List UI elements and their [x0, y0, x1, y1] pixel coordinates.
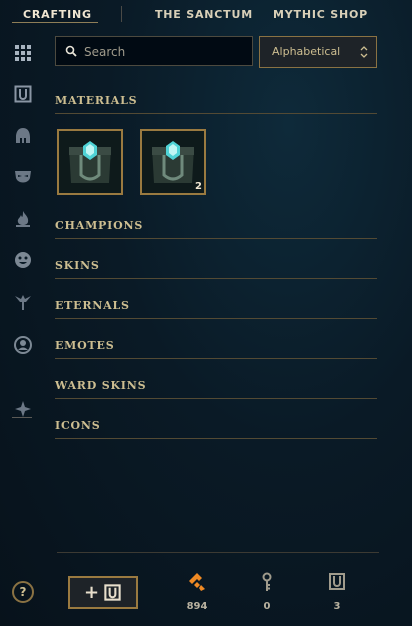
footer-divider — [57, 552, 379, 553]
currency-key: 0 — [247, 572, 287, 612]
material-item[interactable] — [57, 129, 123, 195]
material-item[interactable]: 2 — [140, 129, 206, 195]
ward-icon[interactable] — [12, 291, 34, 313]
section-label: ICONS — [55, 419, 101, 432]
sort-dropdown[interactable]: Alphabetical — [259, 36, 377, 68]
champion-helmet-icon[interactable] — [12, 125, 34, 147]
nav-divider — [121, 6, 122, 22]
help-button[interactable]: ? — [12, 581, 34, 603]
section-ward-skins[interactable]: WARD SKINS — [55, 377, 377, 399]
chest-icon — [104, 584, 121, 601]
section-label: ETERNALS — [55, 299, 130, 312]
section-label: EMOTES — [55, 339, 115, 352]
skin-mask-icon[interactable] — [12, 166, 34, 188]
section-divider — [55, 113, 377, 114]
tab-crafting[interactable]: CRAFTING — [23, 8, 92, 21]
section-divider — [55, 438, 377, 439]
add-label: + — [83, 582, 100, 603]
section-champions[interactable]: CHAMPIONS — [55, 217, 377, 239]
section-divider — [55, 278, 377, 279]
section-eternals[interactable]: ETERNALS — [55, 297, 377, 319]
section-materials[interactable]: MATERIALS — [55, 92, 377, 114]
section-divider — [55, 358, 377, 359]
chest-icon[interactable] — [12, 83, 34, 105]
currency-value: 3 — [333, 601, 341, 612]
key-icon — [262, 572, 272, 591]
add-chest-button[interactable]: + — [68, 576, 138, 609]
section-skins[interactable]: SKINS — [55, 257, 377, 279]
currency-value: 894 — [186, 601, 208, 612]
emote-face-icon[interactable] — [12, 249, 34, 271]
orange-essence-icon — [189, 573, 205, 591]
tab-the-sanctum[interactable]: THE SANCTUM — [155, 8, 253, 21]
section-label: SKINS — [55, 259, 100, 272]
currency-value: 0 — [263, 601, 271, 612]
section-icons[interactable]: ICONS — [55, 417, 377, 439]
search-input[interactable] — [82, 37, 254, 67]
currency-chest: 3 — [317, 572, 357, 612]
summoner-icon[interactable] — [12, 334, 34, 356]
section-label: CHAMPIONS — [55, 219, 144, 232]
section-divider — [55, 398, 377, 399]
section-divider — [55, 318, 377, 319]
search-icon — [65, 45, 77, 57]
section-divider — [55, 238, 377, 239]
section-label: MATERIALS — [55, 94, 138, 107]
other-icon[interactable] — [12, 398, 34, 420]
chest-icon — [329, 573, 345, 590]
sort-selected-label: Alphabetical — [272, 45, 341, 58]
tab-mythic-shop[interactable]: MYTHIC SHOP — [273, 8, 368, 21]
sidebar — [0, 36, 46, 626]
section-emotes[interactable]: EMOTES — [55, 337, 377, 359]
active-tab-underline — [12, 22, 98, 23]
currency-orange-essence: 894 — [177, 572, 217, 612]
section-label: WARD SKINS — [55, 379, 147, 392]
hextech-chest-icon — [59, 131, 121, 193]
search-box[interactable] — [55, 36, 254, 67]
top-nav: CRAFTING THE SANCTUM MYTHIC SHOP — [0, 0, 412, 30]
grid-icon[interactable] — [12, 42, 34, 64]
eternals-flame-icon[interactable] — [12, 208, 34, 230]
updown-chevron-icon — [360, 46, 368, 58]
item-count: 2 — [195, 181, 202, 192]
